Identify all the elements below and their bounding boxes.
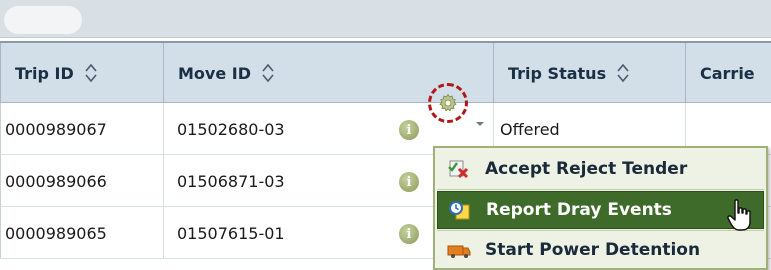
column-header-label: Trip Status (508, 63, 607, 83)
column-header-move-id[interactable]: Move ID (163, 43, 388, 103)
row-actions-menu: Accept Reject Tender Report Dray Events … (433, 146, 768, 270)
sort-icon[interactable] (84, 63, 98, 83)
move-id-cell: 01506871-03 (177, 171, 285, 191)
trip-id-cell: 0000989066 (5, 171, 107, 191)
move-id-cell: 01502680-03 (177, 119, 285, 139)
info-icon[interactable]: i (399, 172, 419, 192)
menu-item-accept-reject-tender[interactable]: Accept Reject Tender (437, 150, 764, 188)
menu-item-report-dray-events[interactable]: Report Dray Events (437, 191, 764, 229)
top-toolbar-band (0, 0, 771, 38)
gear-icon[interactable] (438, 93, 458, 113)
move-id-cell: 01507615-01 (177, 223, 285, 243)
sort-icon[interactable] (616, 63, 630, 83)
tender-icon (448, 160, 469, 179)
column-header-trip-status[interactable]: Trip Status (493, 43, 685, 103)
trip-id-cell: 0000989067 (5, 119, 107, 139)
menu-item-label: Start Power Detention (485, 240, 701, 260)
row-actions-gear-button[interactable] (428, 83, 472, 127)
column-header-label: Carrie (700, 63, 755, 83)
table-header: Trip ID Move ID Trip Status Carrie (0, 41, 771, 103)
report-icon (449, 201, 470, 220)
info-icon[interactable]: i (399, 120, 419, 140)
column-header-label: Move ID (178, 63, 251, 83)
truck-icon (447, 245, 471, 258)
menu-item-label: Report Dray Events (486, 200, 672, 220)
sort-icon[interactable] (261, 63, 275, 83)
column-header-trip-id[interactable]: Trip ID (0, 43, 163, 103)
dropdown-caret-icon[interactable] (475, 120, 485, 128)
info-icon[interactable]: i (399, 224, 419, 244)
toolbar-blurred-area (4, 6, 82, 34)
column-header-label: Trip ID (15, 63, 74, 83)
menu-item-start-power-detention[interactable]: Start Power Detention (437, 231, 764, 269)
menu-item-label: Accept Reject Tender (485, 159, 688, 179)
column-header-carrier[interactable]: Carrie (685, 43, 771, 103)
trip-id-cell: 0000989065 (5, 223, 107, 243)
hand-cursor-icon (727, 199, 751, 231)
